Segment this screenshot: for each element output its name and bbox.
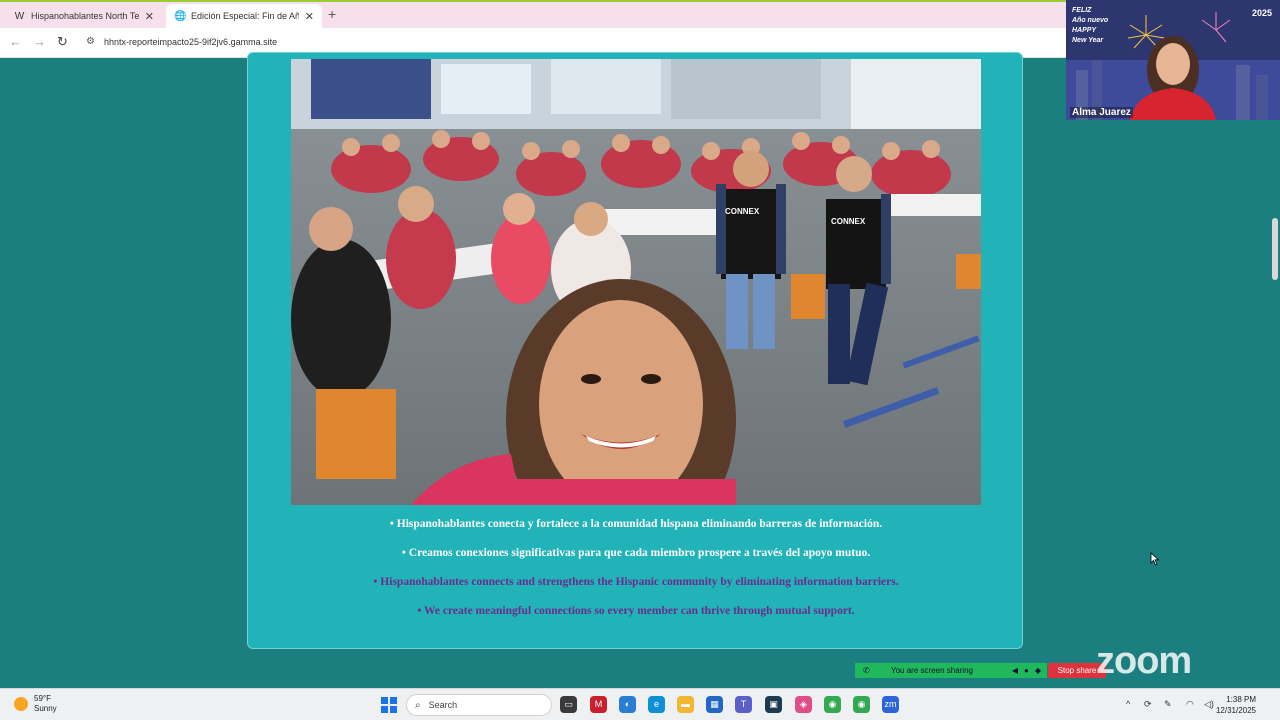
new-tab-button[interactable]: + bbox=[328, 6, 336, 22]
close-tab-icon[interactable]: ✕ bbox=[145, 10, 154, 23]
participant-video-tile[interactable]: FELIZ Año nuevo HAPPY New Year 2025 Alma… bbox=[1066, 0, 1280, 120]
participant-name: Alma Juarez bbox=[1070, 107, 1133, 118]
search-icon: ⌕ bbox=[415, 699, 421, 711]
taskbar-search[interactable]: ⌕ Search bbox=[406, 694, 552, 716]
sync-icon[interactable]: ⟳ bbox=[1144, 699, 1152, 710]
bullet-en-2: • We create meaningful connections so ev… bbox=[417, 605, 855, 617]
page-viewport: CONNEX CONNEX • Hispanohablantes conecta… bbox=[0, 52, 1270, 720]
site-info-icon[interactable]: ⚙ bbox=[86, 36, 95, 47]
chrome-icon[interactable]: ◉ bbox=[824, 696, 841, 713]
bullet-en-1: • Hispanohablantes connects and strength… bbox=[373, 576, 899, 588]
content-card: CONNEX CONNEX • Hispanohablantes conecta… bbox=[247, 52, 1023, 649]
new-year-greeting: FELIZ Año nuevo HAPPY New Year bbox=[1072, 7, 1109, 44]
chevron-up-icon[interactable]: ^ bbox=[1126, 699, 1130, 709]
tab-edicion-especial[interactable]: 🌐 Edición Especial: Fin de Año 20 ✕ bbox=[166, 4, 322, 28]
chrome-profile-icon[interactable]: ◉ bbox=[853, 696, 870, 713]
group-selfie-photo: CONNEX CONNEX bbox=[291, 59, 981, 505]
task-view-icon[interactable]: ▭ bbox=[560, 696, 577, 713]
shirt-text: CONNEX bbox=[725, 207, 760, 216]
weather-widget[interactable]: 59°F Sunny bbox=[14, 694, 57, 714]
wifi-icon[interactable]: ◠ bbox=[1186, 699, 1194, 710]
mcafee-icon[interactable]: M bbox=[590, 696, 607, 713]
weather-condition: Sunny bbox=[34, 704, 57, 713]
phone-icon: ✆ bbox=[863, 666, 870, 675]
temperature: 59°F bbox=[34, 694, 51, 703]
teams-icon[interactable]: T bbox=[735, 696, 752, 713]
shirt-text: CONNEX bbox=[831, 217, 866, 226]
browser-tab-bar: W Hispanohablantes North Texas ✕ 🌐 Edici… bbox=[0, 0, 1070, 28]
scrollbar-thumb[interactable] bbox=[1272, 218, 1278, 280]
date: 12/31/2025 bbox=[1215, 706, 1256, 715]
tab-title: Edición Especial: Fin de Año 20 bbox=[191, 11, 299, 21]
sharing-status: You are screen sharing bbox=[891, 666, 973, 675]
tab-title: Hispanohablantes North Texas bbox=[31, 11, 139, 21]
url-field[interactable]: hhntx-reporteimpacto25-9if2jv6.gamma.sit… bbox=[104, 37, 277, 47]
app-icon[interactable]: ◈ bbox=[795, 696, 812, 713]
audio-icon[interactable]: ◀ bbox=[1012, 666, 1018, 675]
pen-icon[interactable]: ✎ bbox=[1164, 699, 1172, 710]
back-arrow-icon[interactable]: ← bbox=[9, 34, 22, 49]
page-scrollbar[interactable] bbox=[1270, 58, 1280, 688]
search-placeholder: Search bbox=[428, 700, 458, 710]
bullet-es-2: • Creamos conexiones significativas para… bbox=[401, 547, 871, 559]
photos-icon[interactable]: ▣ bbox=[765, 696, 782, 713]
zoom-app-icon[interactable]: zm bbox=[882, 696, 899, 713]
time: 1:38 PM bbox=[1226, 695, 1256, 704]
globe-icon: 🌐 bbox=[174, 10, 187, 22]
edge-icon[interactable]: e bbox=[648, 696, 665, 713]
reload-icon[interactable]: ↻ bbox=[57, 34, 68, 50]
zoom-logo: zoom bbox=[1096, 640, 1192, 682]
windows-taskbar: 59°F Sunny ⌕ Search ▭ M ◐ e ▬ ▦ T ▣ ◈ ◉ … bbox=[0, 688, 1280, 720]
site-favicon-icon: W bbox=[14, 10, 25, 22]
close-tab-icon[interactable]: ✕ bbox=[305, 10, 314, 23]
tab-hispanohablantes[interactable]: W Hispanohablantes North Texas ✕ bbox=[6, 4, 162, 28]
bullet-es-1: • Hispanohablantes conecta y fortalece a… bbox=[389, 518, 883, 530]
forward-arrow-icon[interactable]: → bbox=[33, 34, 46, 49]
copilot-icon[interactable]: ◐ bbox=[619, 696, 636, 713]
pin-icon[interactable]: ◆ bbox=[1035, 666, 1041, 675]
windows-start-icon[interactable] bbox=[381, 697, 397, 713]
shield-icon[interactable]: ● bbox=[1024, 666, 1029, 675]
store-icon[interactable]: ▦ bbox=[706, 696, 723, 713]
screen-share-bar[interactable]: ✆ You are screen sharing ◀ ● ◆ bbox=[855, 663, 1047, 678]
system-clock[interactable]: 1:38 PM 12/31/2025 bbox=[1216, 694, 1256, 716]
mouse-cursor-icon bbox=[1150, 552, 1160, 566]
year-label: 2025 bbox=[1251, 8, 1272, 18]
sun-icon bbox=[14, 697, 28, 711]
volume-icon[interactable]: ◁) bbox=[1204, 699, 1214, 710]
file-explorer-icon[interactable]: ▬ bbox=[677, 696, 694, 713]
